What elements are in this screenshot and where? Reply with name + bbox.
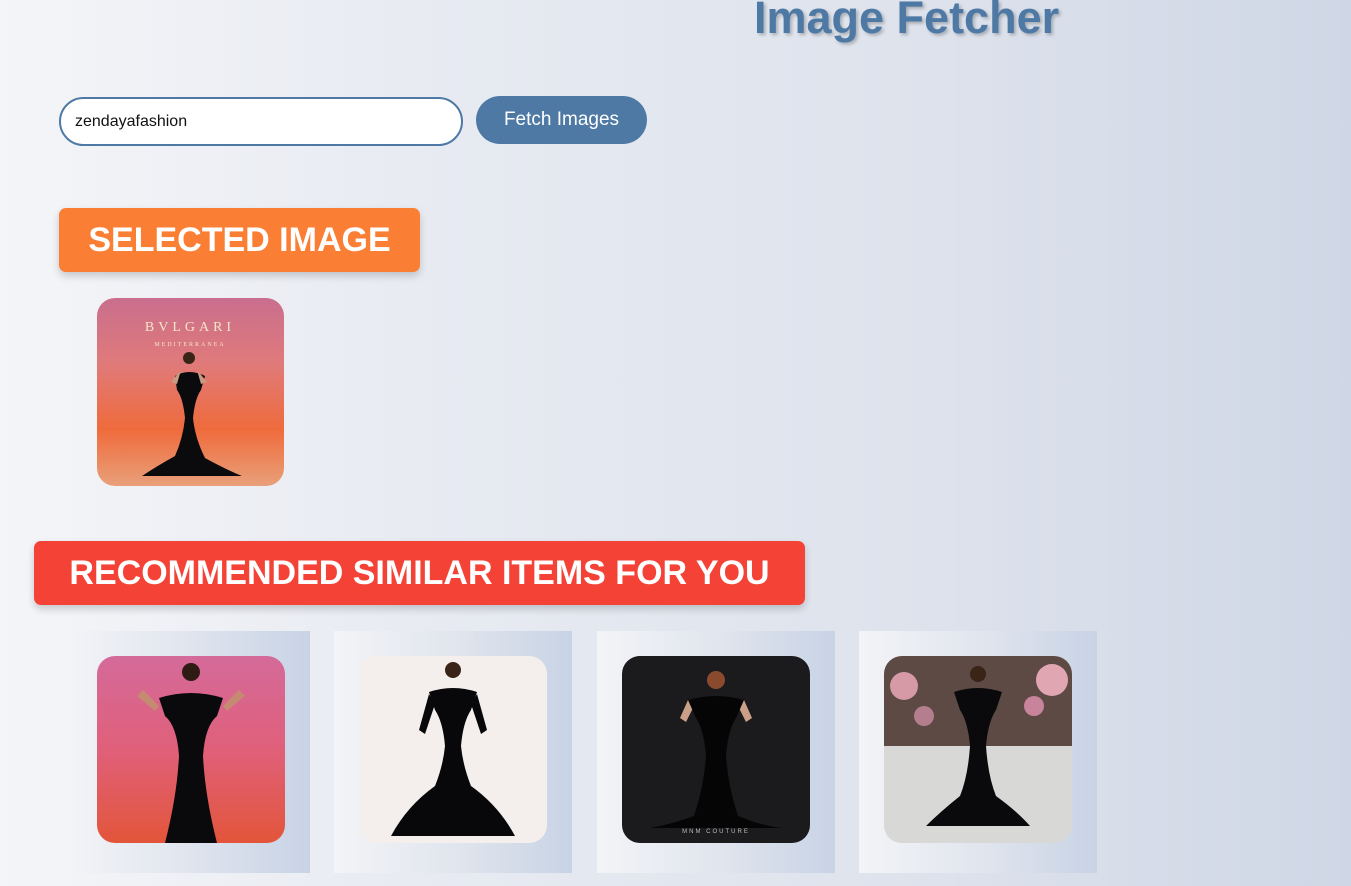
recommended-card[interactable] xyxy=(72,631,310,873)
recommended-card[interactable] xyxy=(859,631,1097,873)
recommended-image[interactable] xyxy=(97,656,285,843)
search-input[interactable] xyxy=(59,97,463,146)
brand-sub-text: MEDITERRANEA xyxy=(154,342,225,348)
recommended-card[interactable]: MNM COUTURE xyxy=(597,631,835,873)
recommended-image[interactable] xyxy=(884,656,1072,843)
selected-image-heading: SELECTED IMAGE xyxy=(59,208,420,272)
recommended-heading: RECOMMENDED SIMILAR ITEMS FOR YOU xyxy=(34,541,805,605)
image-caption: MNM COUTURE xyxy=(682,829,750,835)
recommended-card[interactable] xyxy=(334,631,572,873)
fetch-images-button[interactable]: Fetch Images xyxy=(476,96,647,144)
brand-logo-text: BVLGARI xyxy=(145,320,235,335)
page-title: Image Fetcher xyxy=(754,0,1060,43)
recommended-image[interactable]: MNM COUTURE xyxy=(622,656,810,843)
selected-image[interactable]: BVLGARI MEDITERRANEA xyxy=(97,298,284,486)
recommended-image[interactable] xyxy=(359,656,547,843)
